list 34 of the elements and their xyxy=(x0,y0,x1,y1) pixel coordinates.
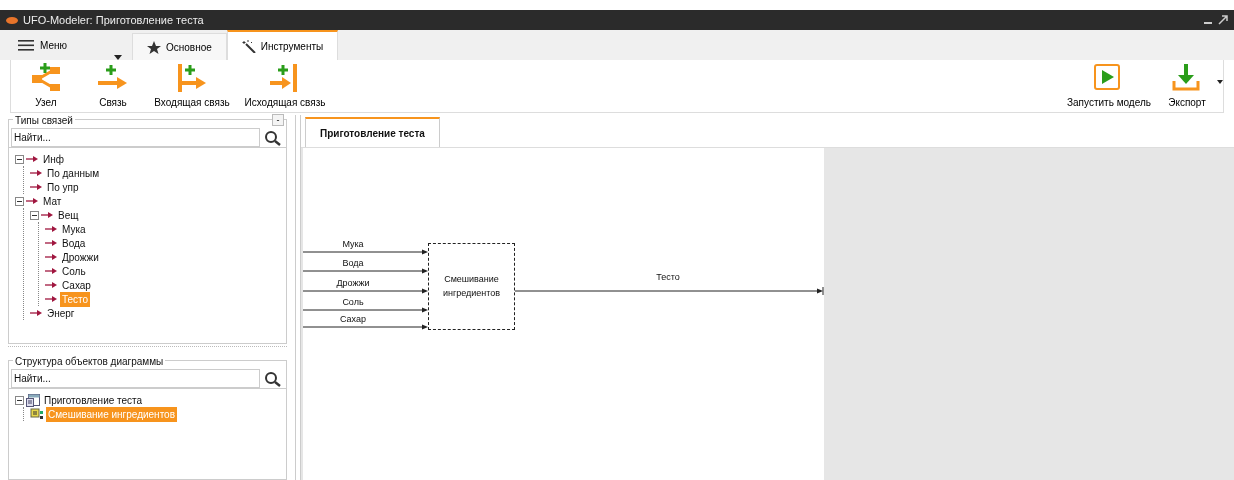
tool-button[interactable]: Запустить модель xyxy=(1061,60,1157,112)
window-title: UFO-Modeler: Приготовление теста xyxy=(23,12,204,28)
connector-label: Соль xyxy=(341,297,365,308)
connector-label: Тесто xyxy=(655,272,681,283)
tool-button[interactable]: Исходящая связь xyxy=(239,60,331,112)
process-node[interactable]: Смешивание ингредиентов xyxy=(428,243,515,330)
connector-label: Мука xyxy=(341,239,365,250)
tree-item[interactable]: По упр xyxy=(45,179,81,195)
panel-title: Структура объектов диаграммы xyxy=(13,354,166,369)
tool-button[interactable]: Входящая связь xyxy=(145,60,239,112)
menu-button[interactable]: Меню xyxy=(10,30,114,60)
tree-item[interactable]: Приготовление теста xyxy=(42,392,145,408)
tree-item[interactable]: Вещ xyxy=(56,207,81,223)
connector-label: Сахар xyxy=(339,314,367,325)
tree-item[interactable]: Дрожжи xyxy=(60,249,101,265)
tree-item[interactable]: Мука xyxy=(60,221,88,237)
ribbon-tab[interactable]: Основное xyxy=(132,33,227,60)
tree-item[interactable]: Инф xyxy=(41,151,66,167)
tool-button[interactable]: Экспорт xyxy=(1157,60,1217,112)
collapse-button[interactable]: - xyxy=(272,114,284,126)
tree-item[interactable]: Соль xyxy=(60,263,88,279)
connector-label: Дрожжи xyxy=(335,278,371,289)
tree-item[interactable]: По данным xyxy=(45,165,102,181)
tree-item[interactable]: Мат xyxy=(41,193,64,209)
search-field[interactable]: Найти... xyxy=(11,128,260,147)
connector-label: Вода xyxy=(341,258,365,269)
tree-item[interactable]: Энерг xyxy=(45,305,77,321)
ribbon-tab[interactable]: Инструменты xyxy=(226,30,339,60)
tree-item[interactable]: Сахар xyxy=(60,277,93,293)
tool-button[interactable]: Узел xyxy=(11,60,81,112)
tool-button[interactable]: Связь xyxy=(81,60,145,112)
document-tab[interactable]: Приготовление теста xyxy=(305,117,440,147)
tree-item[interactable]: Вода xyxy=(60,235,88,251)
search-field[interactable]: Найти... xyxy=(11,369,260,388)
